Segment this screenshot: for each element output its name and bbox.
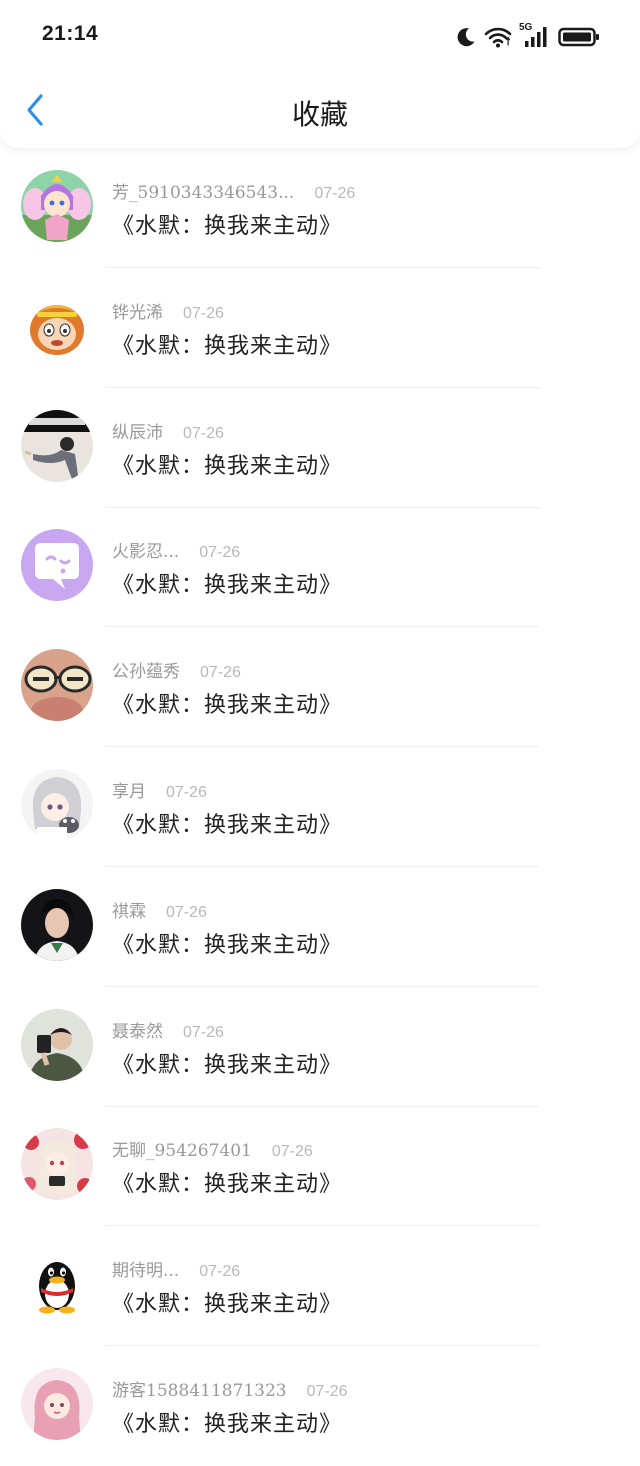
item-date: 07-26 <box>199 544 241 562</box>
avatar[interactable] <box>21 1248 93 1321</box>
status-bar: 21:14 5G <box>0 0 640 72</box>
battery-icon <box>558 26 600 48</box>
item-username: 祺霖 <box>112 901 146 922</box>
glasses-avatar-icon <box>21 649 93 722</box>
item-meta: 纵辰沛 07-26 <box>112 418 224 443</box>
pink-girl-avatar-icon <box>21 1367 93 1440</box>
item-title: 《水默：换我来主动》 <box>112 812 343 838</box>
avatar[interactable] <box>21 888 93 961</box>
monkey-king-avatar-icon <box>21 289 93 362</box>
item-title: 《水默：换我来主动》 <box>112 932 343 958</box>
item-title: 《水默：换我来主动》 <box>112 214 343 239</box>
fairy-avatar-icon <box>21 170 93 242</box>
status-icons: 5G <box>455 22 600 52</box>
item-title: 《水默：换我来主动》 <box>112 333 343 359</box>
item-meta: 芳_5910343346543... 07-26 <box>112 178 355 203</box>
list-item[interactable]: 期待明... 07-26 《水默：换我来主动》 <box>0 1226 640 1347</box>
selfie-avatar-icon <box>21 1008 93 1081</box>
item-date: 07-26 <box>166 783 207 801</box>
item-meta: 游客1588411871323 07-26 <box>112 1376 348 1401</box>
avatar[interactable] <box>21 529 93 602</box>
avatar[interactable] <box>21 170 93 242</box>
favorites-list: 芳_5910343346543... 07-26 《水默：换我来主动》 铧光浠 <box>0 148 640 1466</box>
cellular-signal-icon: 5G <box>519 22 551 49</box>
item-title: 《水默：换我来主动》 <box>112 453 343 479</box>
list-item[interactable]: 祺霖 07-26 《水默：换我来主动》 <box>0 867 640 987</box>
item-date: 07-26 <box>200 664 241 682</box>
floral-girl-avatar-icon <box>21 1128 93 1201</box>
list-item[interactable]: 铧光浠 07-26 《水默：换我来主动》 <box>0 268 640 388</box>
item-title: 《水默：换我来主动》 <box>112 1172 343 1198</box>
anime-girl-avatar-icon <box>21 768 93 841</box>
item-username: 纵辰沛 <box>112 422 163 443</box>
item-date: 07-26 <box>271 1143 313 1161</box>
item-meta: 无聊_954267401 07-26 <box>112 1136 313 1161</box>
list-item[interactable]: 聂泰然 07-26 《水默：换我来主动》 <box>0 987 640 1107</box>
item-title: 《水默：换我来主动》 <box>112 1292 343 1318</box>
item-username: 期待明... <box>112 1261 180 1282</box>
item-meta: 铧光浠 07-26 <box>112 298 224 323</box>
list-item[interactable]: 游客1588411871323 07-26 《水默：换我来主动》 <box>0 1346 640 1466</box>
item-meta: 火影忍... 07-26 <box>112 537 240 562</box>
list-item[interactable]: 公孙蕴秀 07-26 《水默：换我来主动》 <box>0 627 640 748</box>
list-item[interactable]: 芳_5910343346543... 07-26 《水默：换我来主动》 <box>0 148 640 268</box>
dancer-avatar-icon <box>21 409 93 482</box>
item-username: 公孙蕴秀 <box>112 662 180 683</box>
avatar[interactable] <box>21 1367 93 1440</box>
item-username: 聂泰然 <box>112 1021 163 1042</box>
moon-icon <box>455 26 477 48</box>
item-title: 《水默：换我来主动》 <box>112 693 343 719</box>
chat-bubble-avatar-icon <box>21 529 93 602</box>
list-item[interactable]: 火影忍... 07-26 《水默：换我来主动》 <box>0 507 640 628</box>
item-date: 07-26 <box>183 424 224 442</box>
item-username: 游客1588411871323 <box>112 1380 287 1401</box>
item-title: 《水默：换我来主动》 <box>112 1411 343 1437</box>
item-username: 芳_5910343346543... <box>112 183 295 203</box>
wifi-icon <box>484 26 512 48</box>
item-meta: 享月 07-26 <box>112 777 207 802</box>
item-meta: 祺霖 07-26 <box>112 897 207 922</box>
item-title: 《水默：换我来主动》 <box>112 573 343 599</box>
list-item[interactable]: 享月 07-26 《水默：换我来主动》 <box>0 747 640 867</box>
avatar[interactable] <box>21 1008 93 1081</box>
item-meta: 公孙蕴秀 07-26 <box>112 657 241 682</box>
page-title: 收藏 <box>291 98 348 131</box>
item-username: 享月 <box>112 781 146 802</box>
item-date: 07-26 <box>183 304 224 322</box>
item-username: 无聊_954267401 <box>112 1141 252 1162</box>
item-date: 07-26 <box>314 185 356 202</box>
status-time: 21:14 <box>42 22 99 45</box>
top-bar: 21:14 5G 收藏 <box>0 0 640 148</box>
qq-penguin-avatar-icon <box>21 1248 93 1321</box>
item-date: 07-26 <box>306 1382 348 1400</box>
item-username: 火影忍... <box>112 542 180 563</box>
item-username: 铧光浠 <box>112 302 163 323</box>
item-date: 07-26 <box>199 1263 241 1281</box>
item-date: 07-26 <box>183 1023 224 1041</box>
item-meta: 期待明... 07-26 <box>112 1256 240 1281</box>
avatar[interactable] <box>21 1128 93 1201</box>
portrait-avatar-icon <box>21 888 93 961</box>
list-item[interactable]: 无聊_954267401 07-26 《水默：换我来主动》 <box>0 1106 640 1227</box>
item-title: 《水默：换我来主动》 <box>112 1052 343 1078</box>
item-meta: 聂泰然 07-26 <box>112 1017 224 1042</box>
nav-bar: 收藏 <box>0 80 640 144</box>
avatar[interactable] <box>21 289 93 362</box>
avatar[interactable] <box>21 768 93 841</box>
avatar[interactable] <box>21 649 93 722</box>
avatar[interactable] <box>21 409 93 482</box>
item-date: 07-26 <box>166 903 207 921</box>
list-item[interactable]: 纵辰沛 07-26 《水默：换我来主动》 <box>0 388 640 508</box>
